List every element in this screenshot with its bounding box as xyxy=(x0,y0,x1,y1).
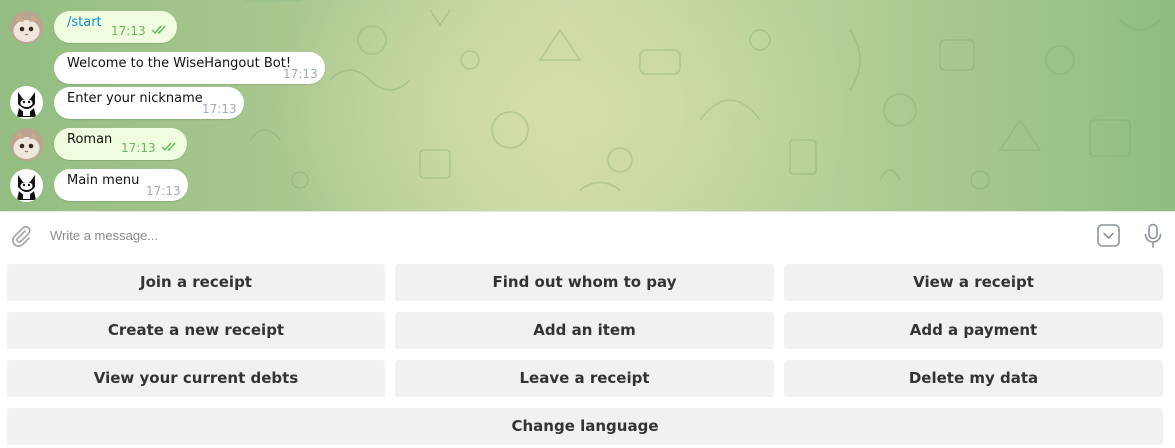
user-avatar[interactable] xyxy=(10,128,43,161)
double-check-icon xyxy=(161,142,176,152)
message-text: Main menu xyxy=(67,173,140,188)
join-receipt-button[interactable]: Join a receipt xyxy=(7,264,385,301)
paperclip-icon[interactable] xyxy=(10,225,32,247)
keyboard-toggle-icon[interactable] xyxy=(1097,224,1120,247)
message-time: 17:13 xyxy=(202,102,237,116)
add-payment-button[interactable]: Add a payment xyxy=(784,312,1163,349)
message-time: 17:13 xyxy=(146,184,181,198)
leave-receipt-button[interactable]: Leave a receipt xyxy=(395,360,774,397)
message-text: Welcome to the WiseHangout Bot! xyxy=(67,56,292,71)
create-receipt-button[interactable]: Create a new receipt xyxy=(7,312,385,349)
message-time: 17:13 xyxy=(121,141,156,155)
double-check-icon xyxy=(151,25,166,35)
message-time: 17:13 xyxy=(111,24,146,38)
message-text[interactable]: /start xyxy=(67,7,102,39)
message-text: Roman xyxy=(67,132,113,147)
message-bubble-outgoing[interactable]: /start 17:13 xyxy=(54,11,177,43)
bot-avatar[interactable] xyxy=(10,86,43,119)
change-language-button[interactable]: Change language xyxy=(7,408,1163,445)
user-avatar[interactable] xyxy=(10,11,43,44)
message-bubble-incoming[interactable]: Enter your nickname 17:13 xyxy=(54,87,244,119)
message-text: Enter your nickname xyxy=(67,91,203,106)
message-bubble-outgoing[interactable]: Roman 17:13 xyxy=(54,128,187,160)
view-receipt-button[interactable]: View a receipt xyxy=(784,264,1163,301)
delete-data-button[interactable]: Delete my data xyxy=(784,360,1163,397)
bot-avatar[interactable] xyxy=(10,169,43,202)
message-time: 17:13 xyxy=(283,67,318,81)
add-item-button[interactable]: Add an item xyxy=(395,312,774,349)
message-bubble-incoming[interactable]: Welcome to the WiseHangout Bot! 17:13 xyxy=(54,52,325,84)
view-debts-button[interactable]: View your current debts xyxy=(7,360,385,397)
microphone-icon[interactable] xyxy=(1143,223,1163,248)
message-bubble-incoming[interactable]: Main menu 17:13 xyxy=(54,169,188,201)
previous-message-edge xyxy=(240,0,306,2)
chat-area[interactable]: /start 17:13 Welcome to the WiseHangout … xyxy=(0,0,1175,211)
find-whom-to-pay-button[interactable]: Find out whom to pay xyxy=(395,264,774,301)
message-composer xyxy=(0,211,1175,259)
message-input[interactable] xyxy=(50,224,1050,246)
